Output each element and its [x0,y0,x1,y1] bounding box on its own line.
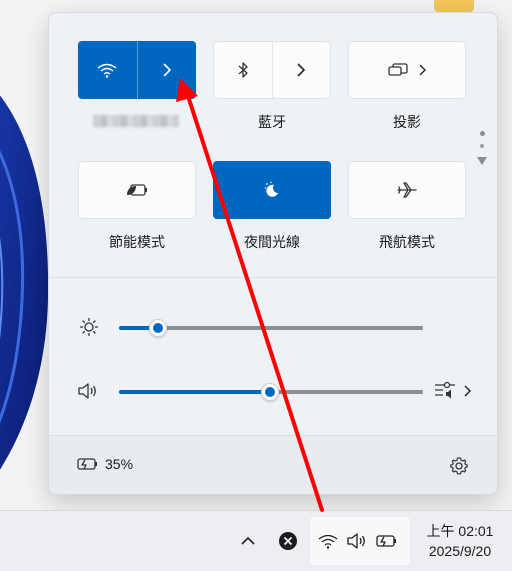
airplane-icon [397,182,417,198]
quick-settings-panel: 藍牙 投影 節能模式 夜間光線 飛航模式 35% [48,12,498,495]
bluetooth-label: 藍牙 [258,114,286,130]
tray-app-button[interactable] [274,527,302,555]
volume-icon[interactable] [77,382,99,400]
wifi-tile [78,41,196,99]
bluetooth-expand-button[interactable] [273,42,331,98]
battery-saver-icon [127,184,147,196]
battery-percentage: 35% [105,456,134,472]
brightness-icon [79,317,99,337]
clock-date: 2025/9/20 [428,543,492,559]
night-light-icon [264,181,278,197]
wifi-expand-button[interactable] [138,41,197,99]
bluetooth-icon [238,62,248,78]
battery-status-button[interactable]: 35% [77,456,133,472]
quick-settings-footer: 35% [49,435,497,494]
wifi-network-name-redacted [93,115,179,127]
settings-button[interactable] [449,456,469,476]
clock-button[interactable]: 上午 02:01 2025/9/20 [414,521,506,561]
bluetooth-tile [213,41,331,99]
battery-charging-icon [77,458,97,470]
section-divider [49,277,497,278]
chevron-right-icon [163,63,171,77]
audio-output-select-icon [435,381,455,399]
battery-saver-tile[interactable] [78,161,196,219]
quick-settings-tiles: 藍牙 投影 節能模式 夜間光線 飛航模式 [49,13,497,277]
wallpaper-accent [434,0,474,12]
volume-fill [119,390,271,394]
brightness-slider[interactable] [77,315,477,339]
audio-output-button[interactable] [433,379,477,403]
chevron-right-icon [419,64,426,76]
close-circle-icon [279,532,297,550]
airplane-mode-label: 飛航模式 [379,234,435,250]
page-dot[interactable] [480,144,484,148]
volume-track[interactable] [119,383,423,401]
cast-icon [388,63,408,76]
taskbar: 上午 02:01 2025/9/20 [0,510,512,571]
bluetooth-toggle-button[interactable] [214,42,273,98]
airplane-mode-tile[interactable] [348,161,466,219]
triangle-down-icon[interactable] [476,156,488,166]
volume-slider[interactable] [77,379,477,403]
page-indicator [475,131,489,166]
night-light-tile[interactable] [213,161,331,219]
system-tray-button[interactable] [310,517,410,565]
cast-label: 投影 [393,114,421,130]
volume-icon [347,533,365,549]
battery-charging-icon [376,535,396,547]
night-light-label: 夜間光線 [244,234,300,250]
wifi-icon [97,63,117,78]
chevron-right-icon [297,63,306,77]
wifi-icon [318,534,338,549]
page-dot-active[interactable] [479,131,485,136]
chevron-right-icon [464,385,471,397]
brightness-track[interactable] [119,319,423,337]
clock-time: 上午 02:01 [426,523,494,539]
wifi-toggle-button[interactable] [78,41,138,99]
chevron-up-icon [241,536,255,545]
cast-tile[interactable] [348,41,466,99]
gear-icon [450,457,468,475]
volume-thumb[interactable] [261,383,279,401]
show-hidden-icons-button[interactable] [236,527,260,555]
brightness-thumb[interactable] [148,319,167,337]
battery-saver-label: 節能模式 [109,234,165,250]
